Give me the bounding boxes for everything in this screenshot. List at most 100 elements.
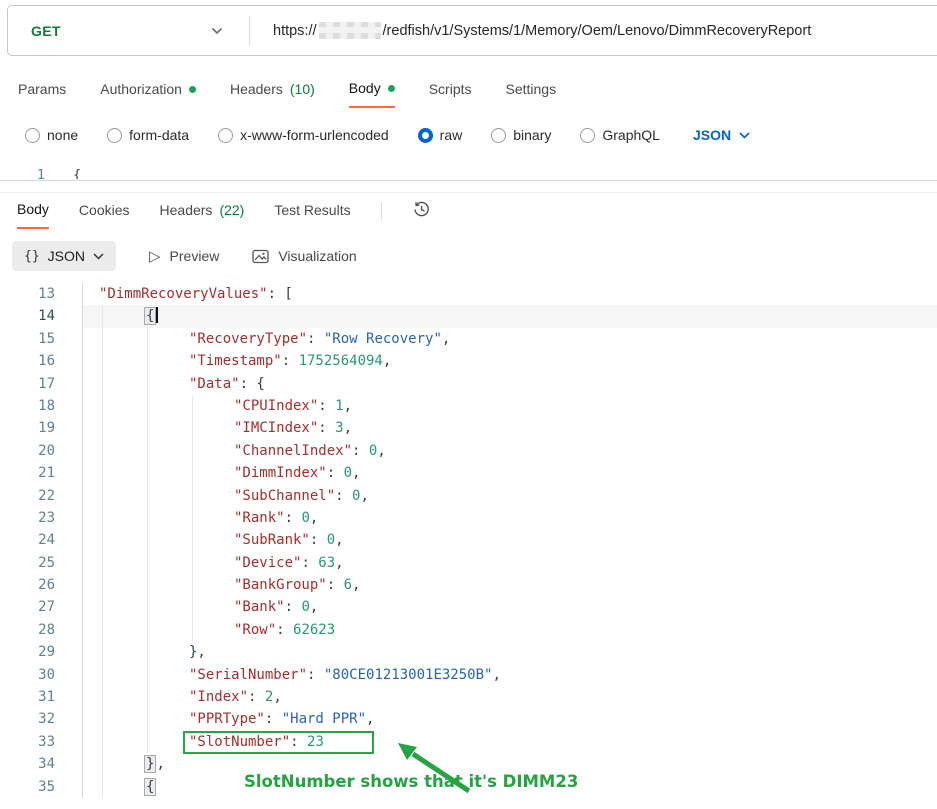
indent-guide bbox=[102, 462, 103, 484]
code-line-19: 19"IMCIndex": 3, bbox=[0, 417, 937, 439]
code-token: "PPRType" bbox=[189, 711, 265, 727]
indent-guide bbox=[147, 641, 148, 663]
indent-guide bbox=[102, 529, 103, 551]
body-mode-x-www-form-urlencoded[interactable]: x-www-form-urlencoded bbox=[218, 127, 389, 143]
line-number: 26 bbox=[0, 574, 55, 596]
url-input[interactable]: https:///redfish/v1/Systems/1/Memory/Oem… bbox=[273, 22, 811, 39]
code-token: , bbox=[492, 667, 500, 683]
method-label: GET bbox=[31, 23, 61, 39]
code-line-18: 18"CPUIndex": 1, bbox=[0, 395, 937, 417]
radio-icon bbox=[25, 128, 40, 143]
line-content: "ChannelIndex": 0, bbox=[83, 440, 937, 462]
line-content: "RecoveryType": "Row Recovery", bbox=[83, 328, 937, 350]
indent-guide bbox=[192, 507, 193, 529]
radio-icon bbox=[491, 128, 506, 143]
method-selector[interactable]: GET bbox=[8, 6, 249, 55]
code-token: "RecoveryType" bbox=[189, 331, 307, 347]
line-content: "SlotNumber": 23 bbox=[83, 731, 937, 753]
tab-settings[interactable]: Settings bbox=[506, 80, 557, 108]
line-content: "SubChannel": 0, bbox=[83, 485, 937, 507]
code-line-21: 21"DimmIndex": 0, bbox=[0, 462, 937, 484]
line-number: 27 bbox=[0, 596, 55, 618]
response-tab-test-results[interactable]: Test Results bbox=[274, 201, 350, 229]
indent-guide bbox=[102, 641, 103, 663]
body-mode-label: x-www-form-urlencoded bbox=[240, 127, 389, 143]
tab-scripts[interactable]: Scripts bbox=[429, 80, 472, 108]
code-line-31: 31"Index": 2, bbox=[0, 686, 937, 708]
indent-guide bbox=[147, 664, 148, 686]
method-url-divider bbox=[249, 16, 250, 46]
gutter bbox=[55, 574, 83, 596]
code-token: , bbox=[442, 331, 450, 347]
response-format-select[interactable]: {} JSON bbox=[12, 241, 116, 271]
code-token: , bbox=[377, 443, 385, 459]
code-line-32: 32"PPRType": "Hard PPR", bbox=[0, 708, 937, 730]
code-line-16: 16"Timestamp": 1752564094, bbox=[0, 350, 937, 372]
body-mode-binary[interactable]: binary bbox=[491, 127, 551, 143]
braces-icon: {} bbox=[24, 249, 40, 264]
response-format-label: JSON bbox=[48, 248, 85, 264]
code-token: "Device" bbox=[234, 555, 301, 571]
line-content: "DimmIndex": 0, bbox=[83, 462, 937, 484]
tab-params[interactable]: Params bbox=[18, 80, 66, 108]
body-mode-graphql[interactable]: GraphQL bbox=[580, 127, 660, 143]
line-content: "Data": { bbox=[83, 373, 937, 395]
gutter bbox=[55, 507, 83, 529]
code-token: "DimmRecoveryValues" bbox=[99, 286, 268, 302]
tab-authorization[interactable]: Authorization bbox=[100, 80, 196, 108]
tab-headers[interactable]: Headers(10) bbox=[230, 80, 315, 108]
code-line-25: 25"Device": 63, bbox=[0, 552, 937, 574]
url-path: /redfish/v1/Systems/1/Memory/Oem/Lenovo/… bbox=[383, 23, 812, 39]
indent-guide bbox=[102, 440, 103, 462]
indent-guide bbox=[147, 485, 148, 507]
code-token: "Data" bbox=[189, 376, 240, 392]
tab-label: Headers bbox=[230, 81, 283, 97]
preview-button[interactable]: ▷ Preview bbox=[149, 247, 219, 265]
gutter bbox=[55, 462, 83, 484]
body-mode-form-data[interactable]: form-data bbox=[107, 127, 189, 143]
gutter bbox=[55, 350, 83, 372]
body-mode-none[interactable]: none bbox=[25, 127, 78, 143]
indent-guide bbox=[147, 507, 148, 529]
indent-guide bbox=[192, 417, 193, 439]
response-tab-body[interactable]: Body bbox=[17, 201, 49, 229]
indent-guide bbox=[102, 708, 103, 730]
line-content: "PPRType": "Hard PPR", bbox=[83, 708, 937, 730]
tab-body[interactable]: Body bbox=[349, 80, 395, 108]
line-number: 13 bbox=[0, 283, 55, 305]
line-number: 14 bbox=[0, 305, 55, 327]
line-number: 19 bbox=[0, 417, 55, 439]
language-select[interactable]: JSON bbox=[693, 127, 750, 143]
indent-guide bbox=[102, 507, 103, 529]
response-tabs: Body Cookies Headers(22) Test Results bbox=[17, 201, 431, 229]
line-content: "Row": 62623 bbox=[83, 619, 937, 641]
body-mode-row: none form-data x-www-form-urlencoded raw bin… bbox=[25, 127, 750, 143]
radio-icon bbox=[580, 128, 595, 143]
code-token: : bbox=[301, 555, 318, 571]
indent-guide bbox=[192, 395, 193, 417]
response-tab-headers[interactable]: Headers(22) bbox=[160, 201, 245, 229]
gutter bbox=[55, 596, 83, 618]
body-mode-label: GraphQL bbox=[602, 127, 660, 143]
visualization-button[interactable]: Visualization bbox=[252, 248, 356, 264]
response-body-code[interactable]: 13"DimmRecoveryValues": [14{15"RecoveryT… bbox=[0, 283, 937, 809]
section-divider bbox=[0, 180, 937, 181]
line-number: 17 bbox=[0, 373, 55, 395]
code-token: , bbox=[383, 353, 391, 369]
line-number: 30 bbox=[0, 664, 55, 686]
indent-guide bbox=[147, 574, 148, 596]
indent-guide bbox=[147, 462, 148, 484]
slotnumber-highlight-box: "SlotNumber": 23 bbox=[183, 731, 374, 754]
request-body-editor[interactable]: 1 { bbox=[0, 164, 937, 179]
code-token: "Hard PPR" bbox=[282, 711, 366, 727]
code-token: , bbox=[335, 532, 343, 548]
response-tab-cookies[interactable]: Cookies bbox=[79, 201, 130, 229]
code-token: "Row Recovery" bbox=[324, 331, 442, 347]
code-token: : bbox=[285, 599, 302, 615]
code-token: "CPUIndex" bbox=[234, 398, 318, 414]
code-line-23: 23"Rank": 0, bbox=[0, 507, 937, 529]
body-mode-raw[interactable]: raw bbox=[418, 127, 463, 143]
gutter bbox=[55, 686, 83, 708]
history-icon[interactable] bbox=[412, 200, 431, 229]
code-token: "Timestamp" bbox=[189, 353, 282, 369]
